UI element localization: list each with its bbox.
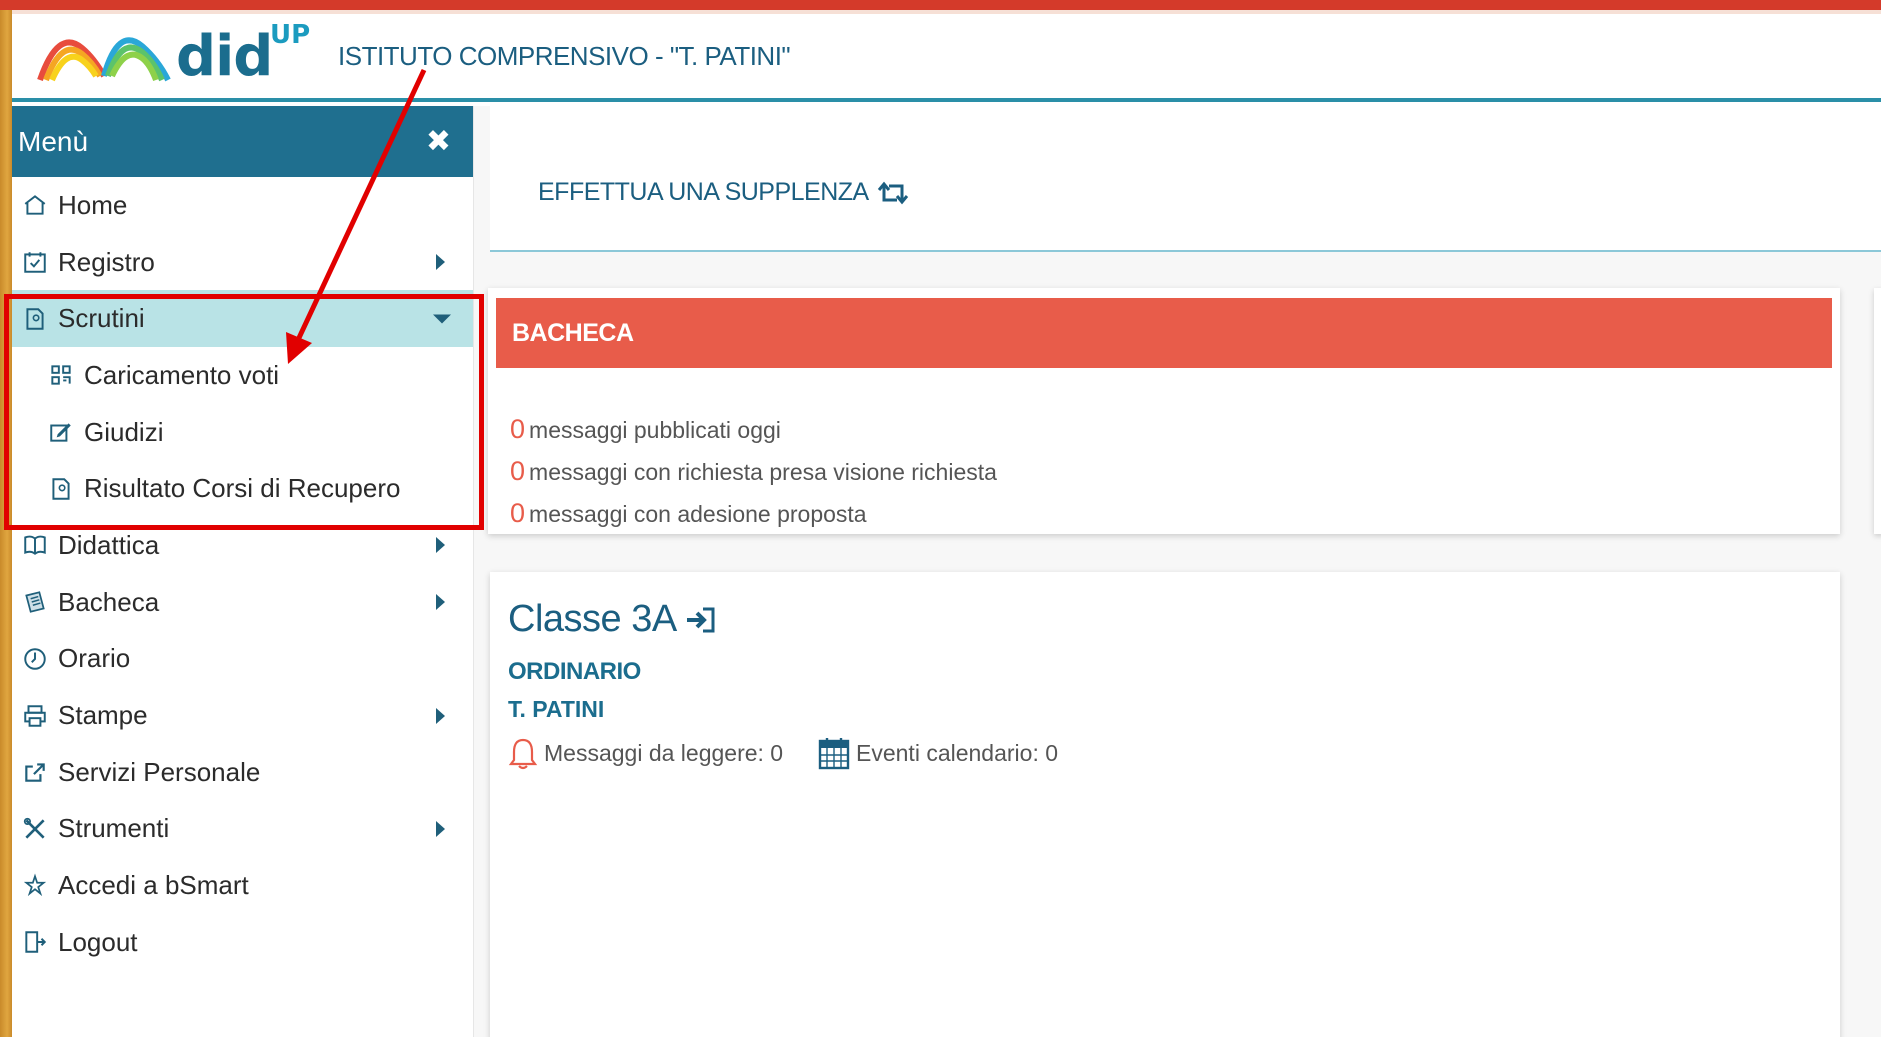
sidebar-menu: Menù ✖ Home Registro Scrutini Caricament… <box>12 106 474 1037</box>
sidebar-item-caricamento-voti[interactable]: Caricamento voti <box>12 347 473 404</box>
chevron-right-icon <box>436 594 445 611</box>
effettua-supplenza-link[interactable]: EFFETTUA UNA SUPPLENZA <box>538 178 911 207</box>
sidebar-item-registro[interactable]: Registro <box>12 234 473 291</box>
bell-icon <box>508 738 538 770</box>
sidebar-item-bacheca[interactable]: Bacheca <box>12 574 473 631</box>
classe-title: Classe 3A <box>508 598 677 640</box>
message-text: messaggi con richiesta presa visione ric… <box>529 459 997 485</box>
calendar-check-icon <box>20 247 50 277</box>
sidebar-item-giudizi[interactable]: Giudizi <box>12 404 473 461</box>
star-hand-icon <box>20 871 50 901</box>
document-scrutini-icon <box>20 304 50 334</box>
brand-superscript: UP <box>270 20 311 50</box>
chevron-right-icon <box>436 820 445 837</box>
classe-type: ORDINARIO <box>508 658 641 685</box>
message-line-today[interactable]: 0 messaggi pubblicati oggi <box>510 414 781 445</box>
messaggi-da-leggere[interactable]: Messaggi da leggere: 0 <box>508 736 783 770</box>
share-icon <box>20 757 50 787</box>
message-count: 0 <box>510 414 526 444</box>
app-header: did UP ISTITUTO COMPRENSIVO - "T. PATINI… <box>12 14 1881 102</box>
message-count: 0 <box>510 456 526 486</box>
chevron-down-icon <box>433 314 451 324</box>
sidebar-item-scrutini[interactable]: Scrutini <box>12 290 473 348</box>
sidebar-item-bsmart[interactable]: Accedi a bSmart <box>12 857 473 914</box>
sidebar-item-orario[interactable]: Orario <box>12 631 473 688</box>
classe-title-link[interactable]: Classe 3A <box>508 598 717 641</box>
message-text: messaggi con adesione proposta <box>529 501 867 527</box>
calendar-icon <box>818 738 850 770</box>
sidebar-item-label: Accedi a bSmart <box>58 870 249 901</box>
sidebar-item-stampe[interactable]: Stampe <box>12 687 473 744</box>
newspaper-icon <box>20 587 50 617</box>
messaggi-label: Messaggi da leggere: 0 <box>544 739 784 766</box>
tools-icon <box>20 814 50 844</box>
sidebar-item-label: Home <box>58 189 128 220</box>
screenshot-frame-left <box>0 0 12 1037</box>
edit-icon <box>46 417 76 447</box>
home-icon <box>20 190 50 220</box>
message-count: 0 <box>510 498 526 528</box>
message-text: messaggi pubblicati oggi <box>529 417 781 443</box>
book-icon <box>20 530 50 560</box>
sidebar-item-label: Servizi Personale <box>58 756 261 787</box>
sidebar-item-label: Giudizi <box>84 416 164 447</box>
sign-in-icon <box>686 607 715 632</box>
sidebar-item-label: Orario <box>58 643 131 674</box>
message-line-presa-visione[interactable]: 0 messaggi con richiesta presa visione r… <box>510 456 997 487</box>
retweet-icon <box>877 181 908 204</box>
close-icon[interactable]: ✖ <box>426 124 451 159</box>
printer-icon <box>20 701 50 731</box>
main-content: EFFETTUA UNA SUPPLENZA BACHECA 0 messagg… <box>474 106 1881 1037</box>
chevron-right-icon <box>436 254 445 271</box>
screenshot-frame-top <box>0 0 1881 10</box>
logout-icon <box>20 927 50 957</box>
chevron-right-icon <box>436 707 445 724</box>
document-scrutini-icon <box>46 474 76 504</box>
eventi-calendario[interactable]: Eventi calendario: 0 <box>818 736 1058 770</box>
brand-name: did <box>176 24 273 89</box>
sidebar-item-servizi-personale[interactable]: Servizi Personale <box>12 744 473 801</box>
didup-logo-icon <box>37 37 171 82</box>
classe-card: Classe 3A ORDINARIO T. PATINI Messaggi d… <box>490 572 1840 1037</box>
sidebar-item-strumenti[interactable]: Strumenti <box>12 801 473 858</box>
sidebar-item-home[interactable]: Home <box>12 177 473 234</box>
sidebar-item-risultato-corsi[interactable]: Risultato Corsi di Recupero <box>12 460 473 517</box>
sidebar-item-label: Scrutini <box>58 303 145 334</box>
sidebar-item-label: Logout <box>58 926 138 957</box>
school-name: ISTITUTO COMPRENSIVO - "T. PATINI" <box>338 41 791 71</box>
sidebar-item-logout[interactable]: Logout <box>12 914 473 971</box>
supplenza-label: EFFETTUA UNA SUPPLENZA <box>538 178 869 206</box>
sidebar-item-label: Registro <box>58 246 155 277</box>
chevron-right-icon <box>436 537 445 554</box>
message-line-adesione[interactable]: 0 messaggi con adesione proposta <box>510 498 867 529</box>
menu-title: Menù <box>18 126 89 157</box>
supplenza-bar: EFFETTUA UNA SUPPLENZA <box>490 106 1881 252</box>
sidebar-item-label: Didattica <box>58 529 160 560</box>
menu-header: Menù ✖ <box>12 106 473 177</box>
side-card-edge <box>1874 288 1881 534</box>
clock-icon <box>20 644 50 674</box>
sidebar-item-label: Strumenti <box>58 813 170 844</box>
classe-school: T. PATINI <box>508 696 605 722</box>
sidebar-item-label: Stampe <box>58 700 148 731</box>
qr-grid-icon <box>46 360 76 390</box>
eventi-label: Eventi calendario: 0 <box>856 739 1059 766</box>
sidebar-item-label: Bacheca <box>58 586 160 617</box>
bacheca-header: BACHECA <box>496 298 1832 368</box>
bacheca-title: BACHECA <box>512 319 634 347</box>
sidebar-item-label: Risultato Corsi di Recupero <box>84 473 401 504</box>
bacheca-card: BACHECA 0 messaggi pubblicati oggi 0 mes… <box>488 288 1840 534</box>
sidebar-item-label: Caricamento voti <box>84 359 280 390</box>
sidebar-item-didattica[interactable]: Didattica <box>12 517 473 574</box>
